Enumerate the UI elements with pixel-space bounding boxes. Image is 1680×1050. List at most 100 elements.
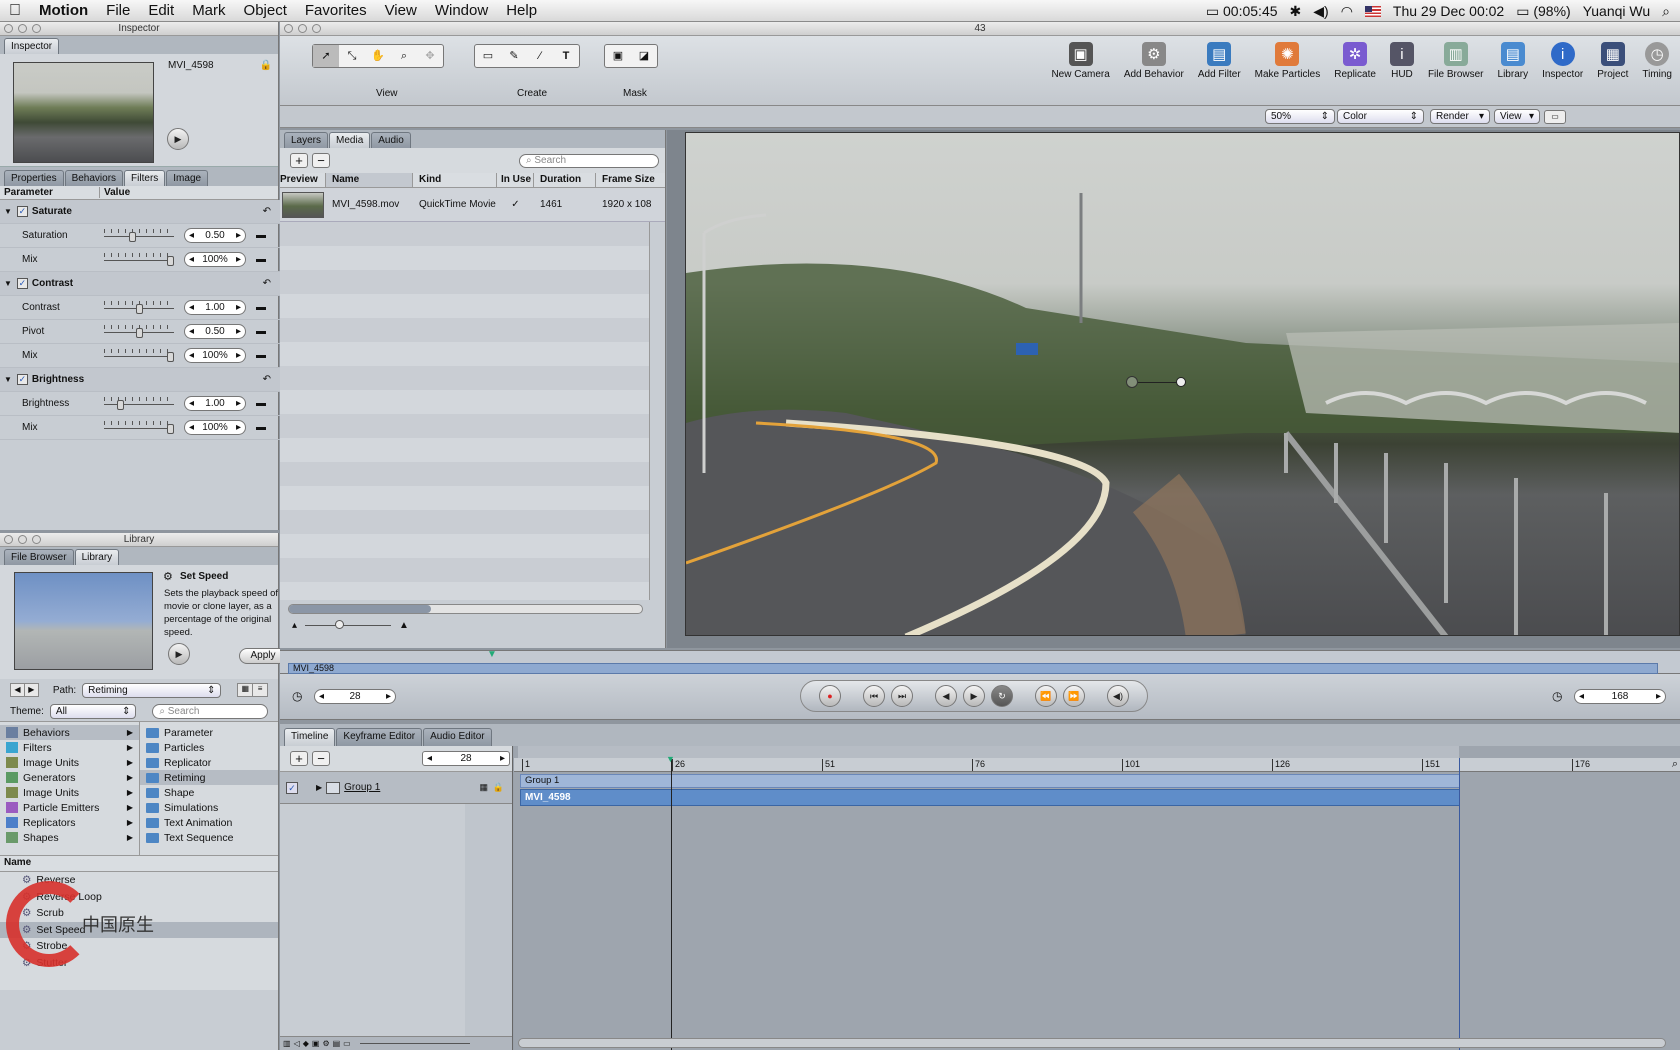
library-category-item[interactable]: Image Units ▶ bbox=[0, 755, 139, 770]
replicate-button[interactable]: ✲ Replicate bbox=[1334, 42, 1376, 80]
parameter-menu-icon[interactable]: ▬ bbox=[256, 398, 266, 409]
select-tool-icon[interactable]: ➚ bbox=[313, 45, 339, 67]
menu-mark[interactable]: Mark bbox=[183, 0, 234, 22]
show-layers-icon[interactable]: ▥ bbox=[283, 1039, 291, 1048]
increment-arrow-icon[interactable]: ▸ bbox=[236, 398, 241, 409]
bezier-tool-icon[interactable]: ✎ bbox=[501, 45, 527, 67]
end-timecode-icon[interactable]: ◷ bbox=[1552, 689, 1562, 703]
parameter-row[interactable]: Contrast ◂ 1.00 ▸ ▬ bbox=[0, 296, 287, 320]
rotation-handle[interactable] bbox=[1138, 382, 1176, 383]
group-enable-checkbox[interactable]: ✓ bbox=[286, 781, 298, 794]
library-category-item[interactable]: Generators ▶ bbox=[0, 770, 139, 785]
hud-button[interactable]: i HUD bbox=[1389, 42, 1414, 80]
tab-media[interactable]: Media bbox=[329, 132, 371, 148]
parameter-value-field[interactable]: ◂ 1.00 ▸ bbox=[184, 300, 246, 315]
timecode-icon[interactable]: ◷ bbox=[292, 689, 302, 703]
library-subfolder-item[interactable]: Text Animation bbox=[140, 815, 278, 830]
col-in-use[interactable]: In Use bbox=[497, 173, 534, 187]
col-frame-size[interactable]: Frame Size bbox=[596, 173, 655, 187]
go-to-end-button[interactable]: ⏭ bbox=[891, 685, 913, 707]
zoom-out-icon[interactable]: ▭ bbox=[343, 1039, 351, 1048]
show-audio-icon[interactable]: ◁ bbox=[294, 1039, 300, 1048]
zoom-select[interactable]: 50% ⇕ bbox=[1265, 109, 1335, 124]
tab-behaviors[interactable]: Behaviors bbox=[64, 170, 124, 186]
add-button[interactable]: + bbox=[290, 153, 308, 168]
tab-library[interactable]: Library bbox=[74, 549, 120, 565]
filter-enable-checkbox[interactable]: ✓ bbox=[16, 206, 28, 217]
show-masks-icon[interactable]: ▣ bbox=[312, 1039, 320, 1048]
parameter-slider[interactable] bbox=[104, 324, 174, 339]
playhead-line[interactable] bbox=[671, 758, 672, 1050]
parameter-row[interactable]: Pivot ◂ 0.50 ▸ ▬ bbox=[0, 320, 287, 344]
tab-audio-editor[interactable]: Audio Editor bbox=[423, 728, 492, 746]
close-button[interactable] bbox=[4, 24, 13, 33]
media-scrollbar[interactable] bbox=[288, 604, 643, 614]
slider-knob[interactable] bbox=[167, 423, 174, 434]
show-keyframes-icon[interactable]: ◆ bbox=[303, 1039, 309, 1048]
tab-inspector[interactable]: Inspector bbox=[4, 38, 60, 54]
name-header[interactable]: Name bbox=[0, 856, 278, 872]
menu-edit[interactable]: Edit bbox=[139, 0, 183, 22]
inspector-button[interactable]: i Inspector bbox=[1542, 42, 1583, 80]
parameter-value-field[interactable]: ◂ 0.50 ▸ bbox=[184, 324, 246, 339]
mini-timeline[interactable]: ▼ MVI_4598 bbox=[280, 649, 1680, 674]
parameter-value-field[interactable]: ◂ 100% ▸ bbox=[184, 348, 246, 363]
color-select[interactable]: Color ⇕ bbox=[1337, 109, 1424, 124]
end-frame-field[interactable]: ◂ 168 ▸ bbox=[1574, 689, 1666, 704]
menu-view[interactable]: View bbox=[376, 0, 426, 22]
decrement-arrow-icon[interactable]: ◂ bbox=[189, 422, 194, 433]
increment-arrow-icon[interactable]: ▸ bbox=[386, 691, 391, 702]
go-to-start-button[interactable]: ⏮ bbox=[863, 685, 885, 707]
parameter-slider[interactable] bbox=[104, 228, 174, 243]
parameter-menu-icon[interactable]: ▬ bbox=[256, 350, 266, 361]
remove-button[interactable]: − bbox=[312, 153, 330, 168]
previous-frame-button[interactable]: ◀ bbox=[935, 685, 957, 707]
library-subfolder-item[interactable]: Particles bbox=[140, 740, 278, 755]
parameter-row[interactable]: Saturation ◂ 0.50 ▸ ▬ bbox=[0, 224, 287, 248]
out-point-line[interactable] bbox=[1459, 758, 1460, 1050]
mask-bezier-icon[interactable]: ◪ bbox=[631, 45, 657, 67]
new-camera-button[interactable]: ▣ New Camera bbox=[1051, 42, 1110, 80]
battery-time[interactable]: ▭ 00:05:45 bbox=[1206, 3, 1278, 20]
library-category-item[interactable]: Particle Emitters ▶ bbox=[0, 800, 139, 815]
show-behaviors-icon[interactable]: ⚙ bbox=[322, 1039, 329, 1048]
zoom-tool-icon[interactable]: ⌕ bbox=[391, 45, 417, 67]
apple-icon[interactable]:  bbox=[0, 0, 30, 22]
decrement-arrow-icon[interactable]: ◂ bbox=[1579, 691, 1584, 702]
slider-knob[interactable] bbox=[135, 303, 143, 314]
mask-rect-icon[interactable]: ▣ bbox=[605, 45, 631, 67]
library-search[interactable]: ⌕ Search bbox=[152, 703, 268, 719]
filter-header-row[interactable]: ▼ ✓ Contrast ↶ bbox=[0, 272, 287, 296]
slider-knob[interactable] bbox=[129, 231, 137, 242]
filter-enable-checkbox[interactable]: ✓ bbox=[16, 374, 28, 385]
timeline-scrollbar[interactable] bbox=[518, 1038, 1666, 1048]
library-category-item[interactable]: Replicators ▶ bbox=[0, 815, 139, 830]
increment-arrow-icon[interactable]: ▸ bbox=[500, 753, 505, 764]
flag-icon[interactable] bbox=[1364, 5, 1381, 17]
menu-favorites[interactable]: Favorites bbox=[296, 0, 376, 22]
decrement-arrow-icon[interactable]: ◂ bbox=[189, 350, 194, 361]
preview-play-button[interactable]: ▶ bbox=[168, 643, 190, 665]
menu-help[interactable]: Help bbox=[497, 0, 546, 22]
user-name[interactable]: Yuanqi Wu bbox=[1583, 3, 1650, 19]
tab-timeline[interactable]: Timeline bbox=[284, 728, 336, 746]
anchor-point-handle[interactable] bbox=[1126, 376, 1138, 388]
group-name[interactable]: Group 1 bbox=[344, 782, 380, 793]
slider-knob[interactable] bbox=[116, 399, 124, 410]
parameter-menu-icon[interactable]: ▬ bbox=[256, 254, 266, 265]
parameter-value-field[interactable]: ◂ 100% ▸ bbox=[184, 252, 246, 267]
tab-audio[interactable]: Audio bbox=[371, 132, 411, 148]
rotation-knob[interactable] bbox=[1176, 377, 1186, 387]
tab-file-browser[interactable]: File Browser bbox=[4, 549, 74, 565]
group-row[interactable]: ✓ ▶ Group 1 ▦ 🔒 bbox=[280, 772, 512, 804]
library-category-item[interactable]: Shapes ▶ bbox=[0, 830, 139, 845]
parameter-row[interactable]: Mix ◂ 100% ▸ ▬ bbox=[0, 344, 287, 368]
minimize-button[interactable] bbox=[18, 535, 27, 544]
parameter-menu-icon[interactable]: ▬ bbox=[256, 422, 266, 433]
zoom-button[interactable] bbox=[312, 24, 321, 33]
clock[interactable]: Thu 29 Dec 00:02 bbox=[1393, 3, 1504, 19]
slider-knob[interactable] bbox=[135, 327, 143, 338]
increment-arrow-icon[interactable]: ▸ bbox=[236, 422, 241, 433]
audio-button[interactable]: ◀) bbox=[1107, 685, 1129, 707]
col-duration[interactable]: Duration bbox=[534, 173, 596, 187]
